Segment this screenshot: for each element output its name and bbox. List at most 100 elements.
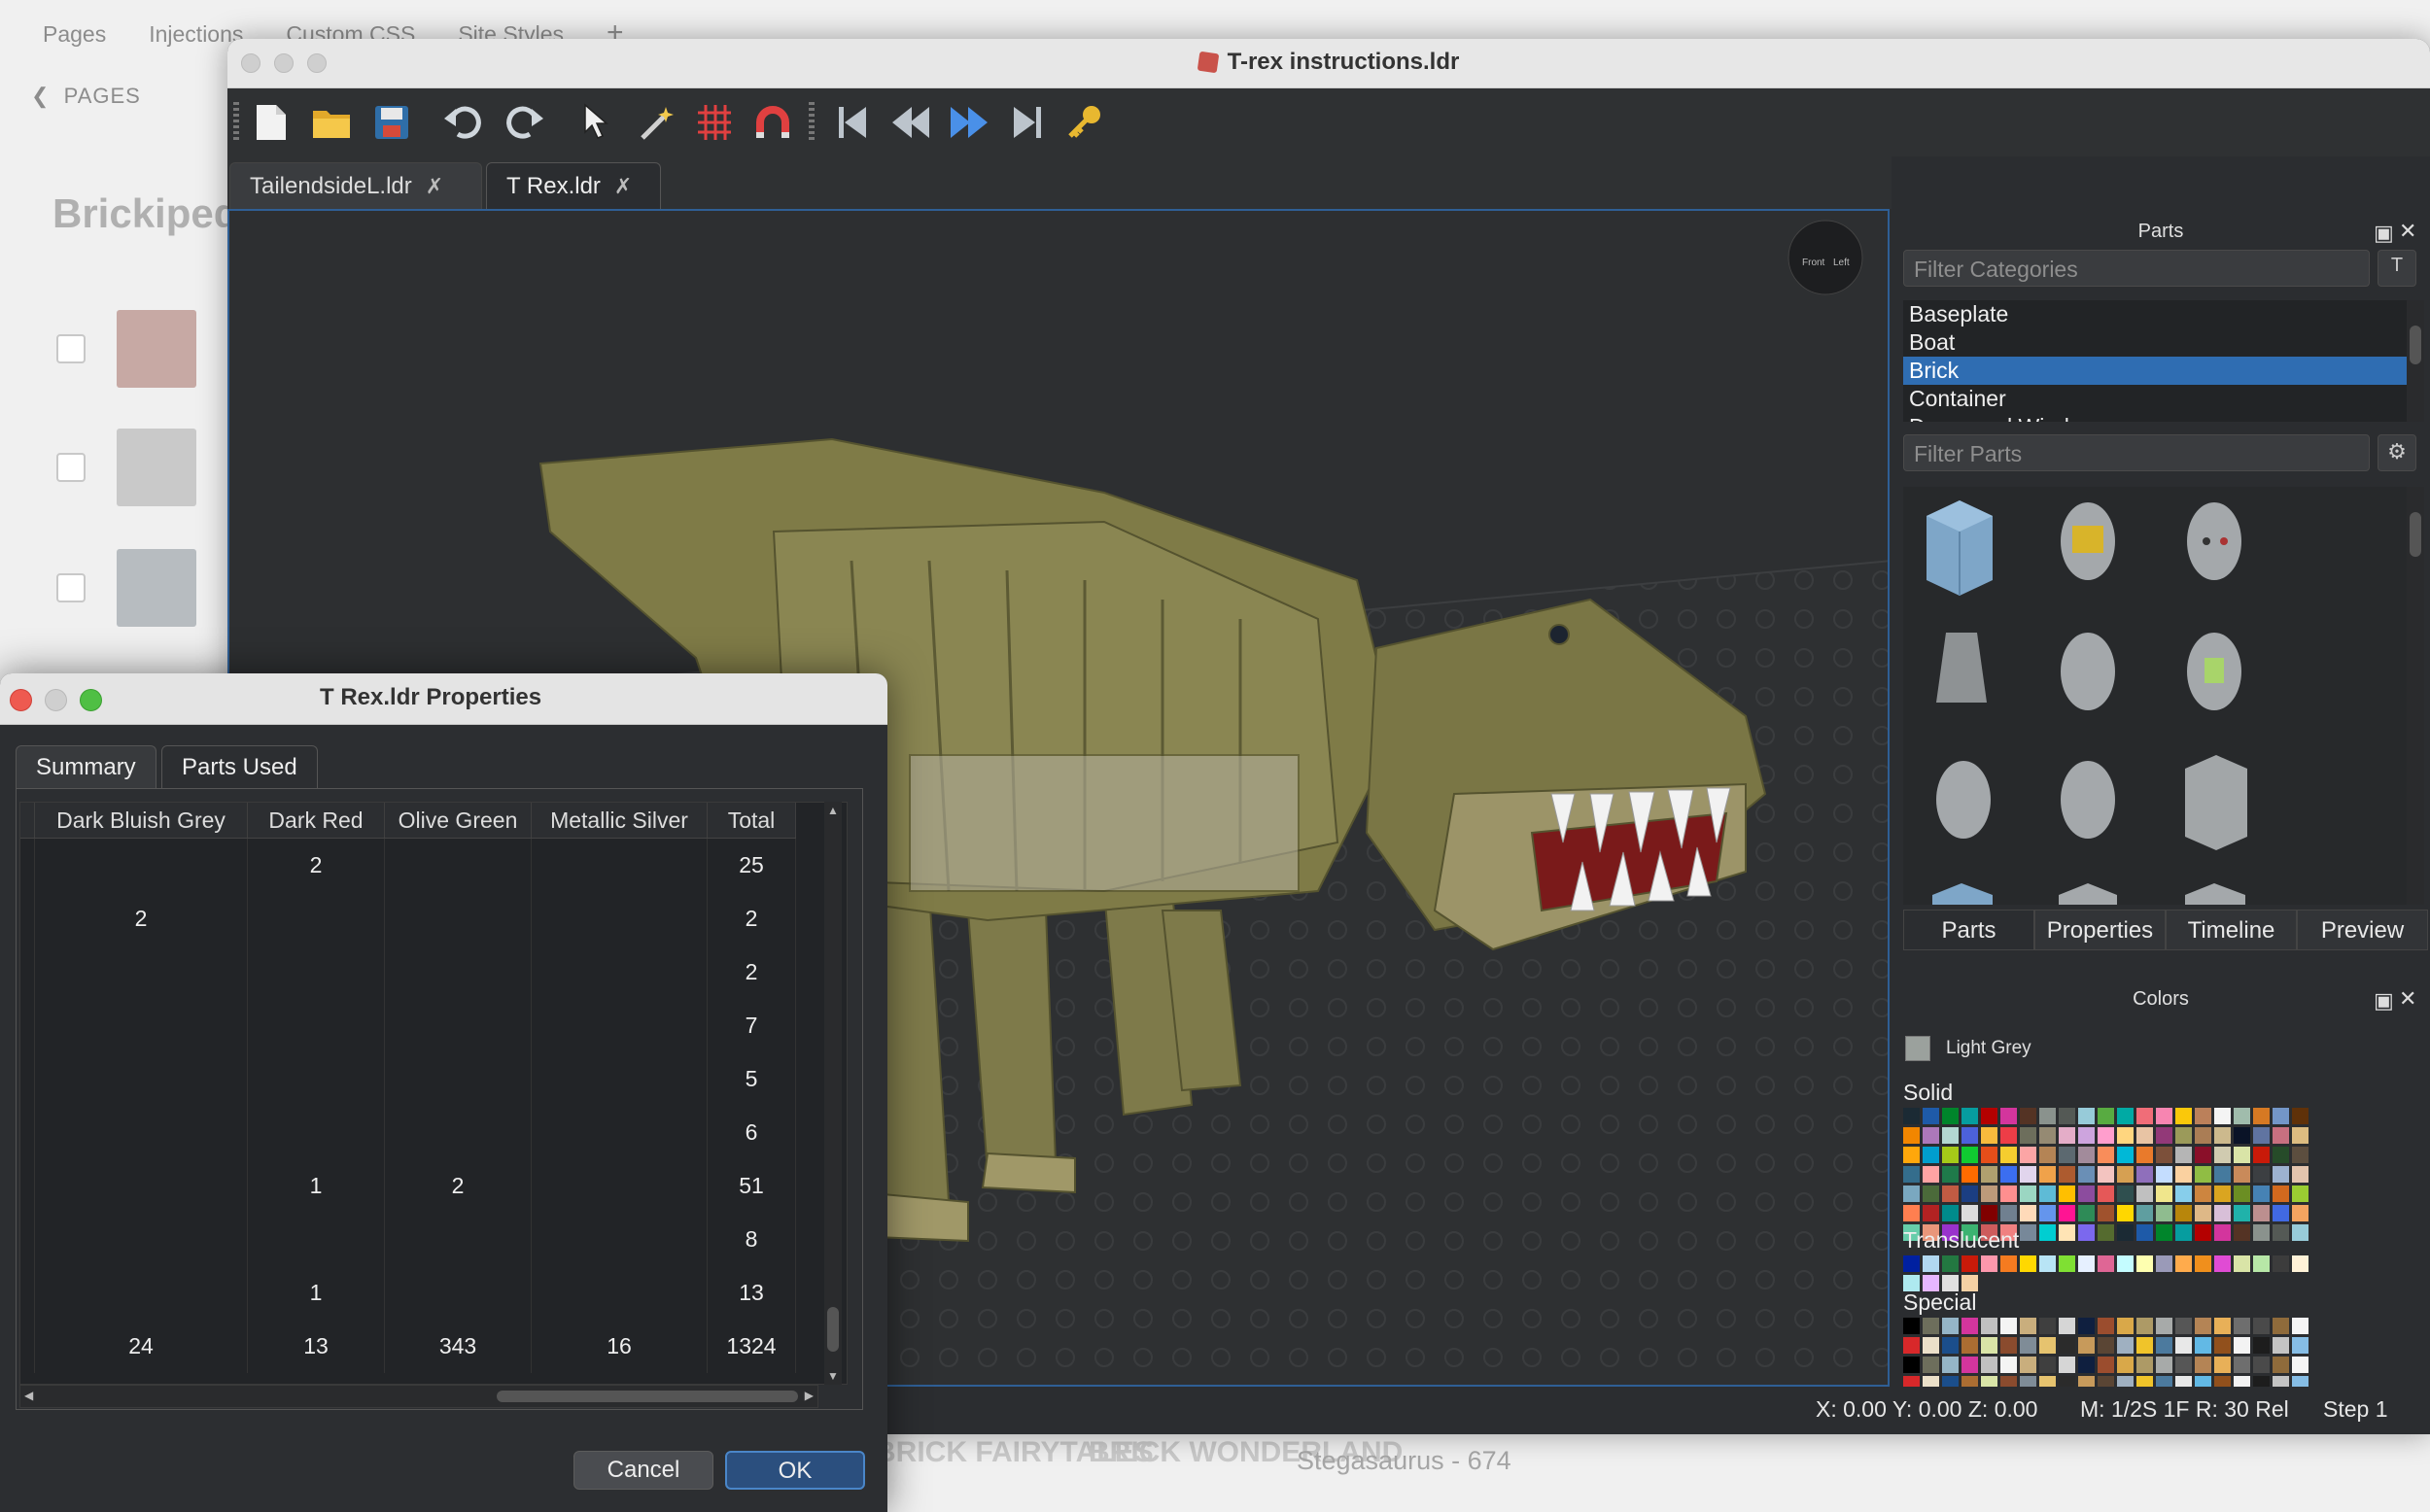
color-swatch[interactable] bbox=[2117, 1127, 2134, 1144]
color-swatch[interactable] bbox=[1923, 1127, 1939, 1144]
color-swatch[interactable] bbox=[2059, 1255, 2075, 1272]
color-swatch[interactable] bbox=[2234, 1224, 2250, 1241]
color-swatch[interactable] bbox=[1903, 1186, 1920, 1202]
color-swatch[interactable] bbox=[2117, 1166, 2134, 1183]
grid-snap-icon[interactable] bbox=[692, 100, 737, 145]
bg-tab-pages[interactable]: Pages bbox=[43, 21, 106, 48]
color-swatch[interactable] bbox=[1942, 1255, 1959, 1272]
part-thumbnail[interactable] bbox=[2187, 633, 2241, 710]
bg-checkbox[interactable] bbox=[56, 453, 86, 482]
parts-scrollbar[interactable] bbox=[2407, 487, 2424, 905]
color-swatch[interactable] bbox=[1923, 1186, 1939, 1202]
color-swatch[interactable] bbox=[2273, 1166, 2289, 1183]
cancel-button[interactable]: Cancel bbox=[573, 1451, 713, 1490]
color-swatch[interactable] bbox=[1923, 1147, 1939, 1163]
color-swatch[interactable] bbox=[2253, 1224, 2270, 1241]
color-swatch[interactable] bbox=[2292, 1166, 2308, 1183]
tab-tailendsidel[interactable]: TailendsideL.ldr ✗ bbox=[229, 162, 482, 209]
color-swatch[interactable] bbox=[1981, 1108, 1997, 1124]
color-swatch[interactable] bbox=[1923, 1205, 1939, 1221]
part-thumbnail[interactable] bbox=[1936, 761, 1991, 839]
color-swatch[interactable] bbox=[2039, 1186, 2056, 1202]
color-swatch[interactable] bbox=[2234, 1337, 2250, 1354]
color-swatch[interactable] bbox=[2195, 1186, 2211, 1202]
bg-list-item[interactable] bbox=[56, 544, 231, 632]
select-cursor-icon[interactable] bbox=[573, 100, 618, 145]
table-horizontal-scrollbar[interactable]: ◀ ▶ bbox=[19, 1385, 818, 1408]
color-swatch[interactable] bbox=[2117, 1205, 2134, 1221]
color-swatch[interactable] bbox=[1923, 1357, 1939, 1373]
color-swatch[interactable] bbox=[2253, 1186, 2270, 1202]
part-thumbnail[interactable] bbox=[1932, 883, 1993, 905]
color-swatch[interactable] bbox=[2078, 1357, 2095, 1373]
color-swatch[interactable] bbox=[2039, 1127, 2056, 1144]
category-item-doors[interactable]: Doors and Windows bbox=[1903, 413, 2407, 422]
color-swatch[interactable] bbox=[2156, 1127, 2172, 1144]
color-swatch[interactable] bbox=[2117, 1337, 2134, 1354]
ok-button[interactable]: OK bbox=[725, 1451, 865, 1490]
scroll-left-icon[interactable]: ◀ bbox=[24, 1389, 33, 1402]
part-thumbnail[interactable] bbox=[2187, 502, 2241, 580]
color-swatch[interactable] bbox=[2000, 1255, 2017, 1272]
color-swatch[interactable] bbox=[2214, 1108, 2231, 1124]
color-swatch[interactable] bbox=[1981, 1337, 1997, 1354]
part-thumbnail[interactable] bbox=[2061, 502, 2115, 580]
color-swatch[interactable] bbox=[2117, 1147, 2134, 1163]
column-header[interactable]: Metallic Silver bbox=[531, 803, 708, 839]
color-swatch[interactable] bbox=[2039, 1357, 2056, 1373]
last-step-icon[interactable] bbox=[1005, 100, 1050, 145]
solid-color-palette[interactable] bbox=[1903, 1108, 2308, 1241]
color-swatch[interactable] bbox=[2078, 1337, 2095, 1354]
color-swatch[interactable] bbox=[2292, 1108, 2308, 1124]
color-swatch[interactable] bbox=[1903, 1318, 1920, 1334]
color-swatch[interactable] bbox=[2214, 1357, 2231, 1373]
color-swatch[interactable] bbox=[2273, 1108, 2289, 1124]
tab-properties[interactable]: Properties bbox=[2034, 910, 2166, 950]
color-swatch[interactable] bbox=[1923, 1337, 1939, 1354]
color-swatch[interactable] bbox=[2175, 1205, 2192, 1221]
color-swatch[interactable] bbox=[1942, 1318, 1959, 1334]
close-panel-icon[interactable]: ✕ bbox=[2399, 219, 2416, 244]
color-swatch[interactable] bbox=[2020, 1337, 2036, 1354]
color-swatch[interactable] bbox=[2214, 1224, 2231, 1241]
table-row[interactable]: 24 13 343 16 1324 bbox=[20, 1320, 796, 1373]
color-swatch[interactable] bbox=[1942, 1108, 1959, 1124]
color-swatch[interactable] bbox=[2136, 1357, 2153, 1373]
color-swatch[interactable] bbox=[2292, 1318, 2308, 1334]
color-swatch[interactable] bbox=[2059, 1127, 2075, 1144]
color-swatch[interactable] bbox=[2156, 1255, 2172, 1272]
color-swatch[interactable] bbox=[2039, 1318, 2056, 1334]
color-swatch[interactable] bbox=[2020, 1255, 2036, 1272]
color-swatch[interactable] bbox=[2195, 1205, 2211, 1221]
color-swatch[interactable] bbox=[2000, 1357, 2017, 1373]
bg-checkbox[interactable] bbox=[56, 334, 86, 363]
color-swatch[interactable] bbox=[2292, 1224, 2308, 1241]
filter-categories-input[interactable]: Filter Categories bbox=[1903, 250, 2370, 287]
color-swatch[interactable] bbox=[2195, 1255, 2211, 1272]
color-swatch[interactable] bbox=[2253, 1205, 2270, 1221]
color-swatch[interactable] bbox=[2136, 1205, 2153, 1221]
color-swatch[interactable] bbox=[2020, 1147, 2036, 1163]
color-swatch[interactable] bbox=[1981, 1318, 1997, 1334]
color-swatch[interactable] bbox=[1903, 1166, 1920, 1183]
color-swatch[interactable] bbox=[2000, 1337, 2017, 1354]
color-swatch[interactable] bbox=[2000, 1127, 2017, 1144]
color-swatch[interactable] bbox=[1903, 1147, 1920, 1163]
tab-t-rex[interactable]: T Rex.ldr ✗ bbox=[486, 162, 661, 209]
table-row[interactable]: 1 2 51 bbox=[20, 1159, 796, 1213]
color-swatch[interactable] bbox=[2253, 1108, 2270, 1124]
view-orientation-widget[interactable]: Front Left bbox=[1788, 220, 1863, 295]
toolbar-grip[interactable] bbox=[233, 102, 239, 143]
category-item-container[interactable]: Container bbox=[1903, 385, 2407, 413]
color-swatch[interactable] bbox=[2156, 1205, 2172, 1221]
color-swatch[interactable] bbox=[2214, 1186, 2231, 1202]
color-swatch[interactable] bbox=[2156, 1186, 2172, 1202]
color-swatch[interactable] bbox=[2000, 1186, 2017, 1202]
color-swatch[interactable] bbox=[2059, 1186, 2075, 1202]
color-swatch[interactable] bbox=[2292, 1337, 2308, 1354]
color-swatch[interactable] bbox=[2175, 1255, 2192, 1272]
color-swatch[interactable] bbox=[1961, 1357, 1978, 1373]
color-swatch[interactable] bbox=[1981, 1127, 1997, 1144]
bg-list-item[interactable] bbox=[56, 305, 231, 393]
color-swatch[interactable] bbox=[2253, 1337, 2270, 1354]
